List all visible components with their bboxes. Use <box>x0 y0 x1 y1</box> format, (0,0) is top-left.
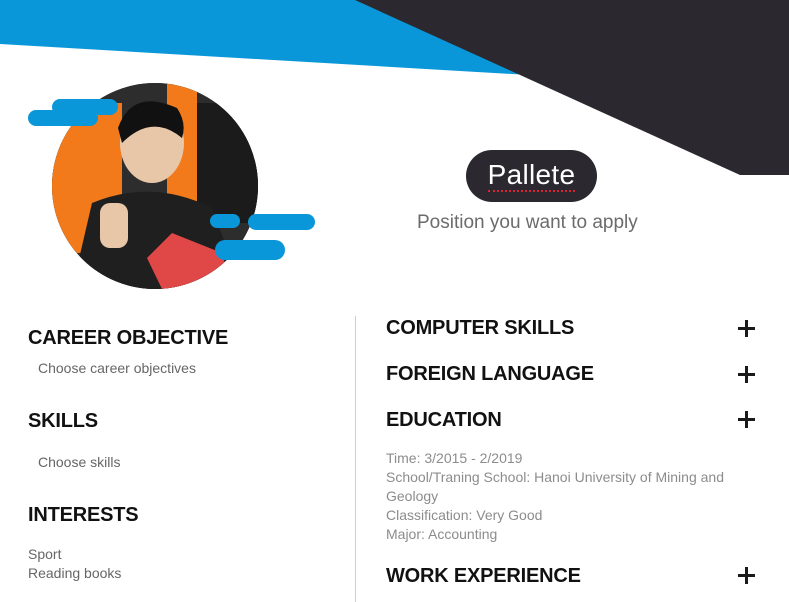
education-school: School/Traning School: Hanoi University … <box>386 469 724 504</box>
interest-item[interactable]: Reading books <box>28 565 121 581</box>
computer-skills-heading: COMPUTER SKILLS <box>386 317 575 339</box>
decor-pill <box>52 99 118 115</box>
skills-heading: SKILLS <box>28 410 98 432</box>
work-experience-heading: WORK EXPERIENCE <box>386 565 581 587</box>
skills-field[interactable]: Choose skills <box>38 454 120 470</box>
education-time: Time: 3/2015 - 2/2019 <box>386 450 523 466</box>
name-text: Pallete <box>487 159 576 192</box>
career-objective-field[interactable]: Choose career objectives <box>38 360 196 376</box>
education-details[interactable]: Time: 3/2015 - 2/2019 School/Traning Sch… <box>386 449 736 544</box>
decor-pill <box>248 214 315 230</box>
plus-icon[interactable] <box>738 366 755 383</box>
decor-pill <box>210 214 240 228</box>
plus-icon[interactable] <box>738 567 755 584</box>
career-objective-heading: CAREER OBJECTIVE <box>28 327 229 349</box>
column-divider <box>355 316 356 602</box>
education-heading: EDUCATION <box>386 409 502 431</box>
plus-icon[interactable] <box>738 411 755 428</box>
name-field[interactable]: Pallete <box>466 150 597 202</box>
position-field[interactable]: Position you want to apply <box>417 212 657 234</box>
education-major: Major: Accounting <box>386 526 498 542</box>
interests-heading: INTERESTS <box>28 504 139 526</box>
decor-pill <box>215 240 285 260</box>
education-classification: Classification: Very Good <box>386 507 543 523</box>
plus-icon[interactable] <box>738 320 755 337</box>
foreign-language-heading: FOREIGN LANGUAGE <box>386 363 594 385</box>
interest-item[interactable]: Sport <box>28 546 61 562</box>
